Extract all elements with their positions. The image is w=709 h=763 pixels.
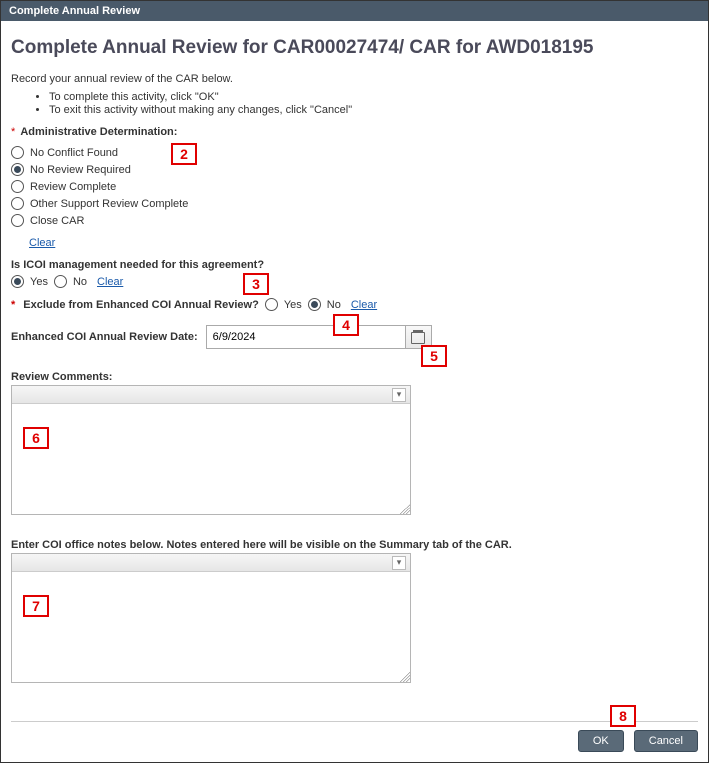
radio-icon [11, 163, 24, 176]
review-comments-section: Review Comments: ▾ [11, 371, 698, 515]
dialog-footer: OK Cancel [11, 721, 698, 752]
icoi-label: Is ICOI management needed for this agree… [11, 259, 264, 271]
radio-label: Close CAR [30, 215, 84, 227]
radio-label: No [73, 276, 87, 288]
office-notes-label: Enter COI office notes below. Notes ente… [11, 539, 698, 551]
radio-label: Review Complete [30, 181, 116, 193]
review-date-label: Enhanced COI Annual Review Date: [11, 331, 198, 343]
intro-text: Record your annual review of the CAR bel… [11, 73, 698, 85]
resize-handle-icon[interactable] [400, 672, 410, 682]
required-star: * [11, 126, 15, 138]
office-notes-section: Enter COI office notes below. Notes ente… [11, 539, 698, 683]
review-comments-textarea[interactable] [12, 404, 410, 514]
exclude-yes[interactable]: Yes [265, 298, 302, 311]
review-comments-editor: ▾ [11, 385, 411, 515]
radio-icon [11, 275, 24, 288]
exclude-clear-link[interactable]: Clear [351, 299, 377, 311]
admin-option-other-support[interactable]: Other Support Review Complete [11, 195, 698, 212]
radio-icon [11, 197, 24, 210]
office-notes-editor: ▾ [11, 553, 411, 683]
page-heading: Complete Annual Review for CAR00027474/ … [11, 37, 698, 59]
radio-icon [308, 298, 321, 311]
icoi-no[interactable]: No [54, 275, 87, 288]
admin-radio-group: No Conflict Found No Review Required Rev… [11, 144, 698, 229]
footer-divider [11, 721, 698, 722]
exclude-label: Exclude from Enhanced COI Annual Review? [23, 299, 259, 311]
rte-expand-button[interactable]: ▾ [392, 388, 406, 402]
ok-button[interactable]: OK [578, 730, 624, 752]
instruction-item: To complete this activity, click "OK" [49, 91, 698, 103]
radio-label: Other Support Review Complete [30, 198, 188, 210]
radio-icon [11, 214, 24, 227]
icoi-radios: Yes No Clear [11, 275, 698, 288]
date-input-wrap [206, 325, 432, 349]
radio-label: No Conflict Found [30, 147, 118, 159]
radio-icon [11, 146, 24, 159]
admin-option-review-complete[interactable]: Review Complete [11, 178, 698, 195]
radio-label: Yes [284, 299, 302, 311]
instruction-item: To exit this activity without making any… [49, 104, 698, 116]
exclude-no[interactable]: No [308, 298, 341, 311]
button-row: OK Cancel [11, 730, 698, 752]
rte-toolbar: ▾ [12, 554, 410, 572]
calendar-button[interactable] [406, 325, 432, 349]
resize-handle-icon[interactable] [400, 504, 410, 514]
icoi-section: Is ICOI management needed for this agree… [11, 259, 698, 271]
admin-option-no-review[interactable]: No Review Required [11, 161, 698, 178]
radio-icon [54, 275, 67, 288]
admin-determination-label: Administrative Determination: [20, 126, 177, 138]
instructions-list: To complete this activity, click "OK" To… [11, 91, 698, 116]
icoi-yes[interactable]: Yes [11, 275, 48, 288]
exclude-section: * Exclude from Enhanced COI Annual Revie… [11, 298, 698, 311]
radio-label: No Review Required [30, 164, 131, 176]
dialog-window: Complete Annual Review Complete Annual R… [0, 0, 709, 763]
office-notes-textarea[interactable] [12, 572, 410, 682]
radio-icon [11, 180, 24, 193]
cancel-button[interactable]: Cancel [634, 730, 698, 752]
dialog-content: Complete Annual Review for CAR00027474/ … [1, 21, 708, 691]
radio-label: Yes [30, 276, 48, 288]
window-title: Complete Annual Review [9, 5, 140, 17]
radio-label: No [327, 299, 341, 311]
admin-option-close-car[interactable]: Close CAR [11, 212, 698, 229]
radio-icon [265, 298, 278, 311]
titlebar: Complete Annual Review [1, 1, 708, 21]
admin-clear-link[interactable]: Clear [29, 237, 55, 249]
icoi-clear-link[interactable]: Clear [97, 276, 123, 288]
required-star: * [11, 299, 15, 311]
calendar-icon [411, 330, 425, 344]
admin-determination-section: * Administrative Determination: No Confl… [11, 126, 698, 249]
rte-expand-button[interactable]: ▾ [392, 556, 406, 570]
review-date-row: Enhanced COI Annual Review Date: [11, 325, 698, 349]
rte-toolbar: ▾ [12, 386, 410, 404]
review-date-input[interactable] [206, 325, 406, 349]
review-comments-label: Review Comments: [11, 371, 698, 383]
admin-option-no-conflict[interactable]: No Conflict Found [11, 144, 698, 161]
